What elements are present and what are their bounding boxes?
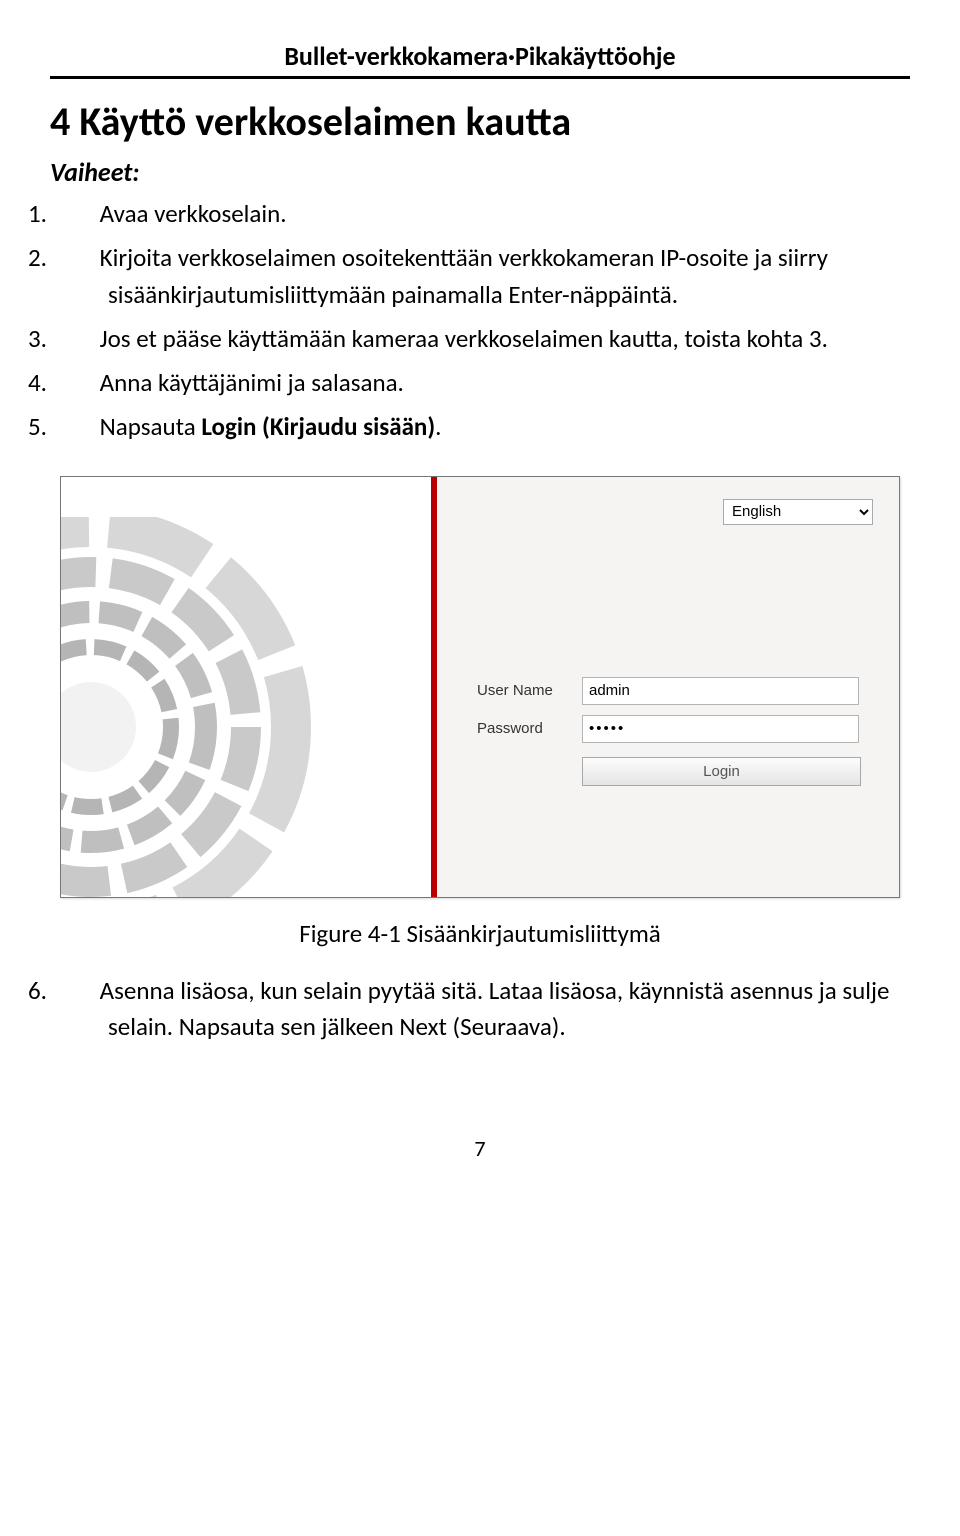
password-row: Password: [477, 715, 859, 743]
step-number: 5.: [68, 409, 94, 445]
step-text: Kirjoita verkkoselaimen osoitekenttään v…: [100, 242, 828, 309]
login-button-wrap: Login: [582, 757, 859, 786]
login-screenshot: English User Name Password Login: [60, 476, 900, 898]
password-input[interactable]: [582, 715, 859, 743]
steps-label: Vaiheet:: [50, 156, 910, 188]
step-number: 2.: [68, 240, 94, 276]
page-number: 7: [50, 1135, 910, 1162]
language-select-wrap: English: [723, 499, 873, 525]
step-text: Jos et pääse käyttämään kameraa verkkose…: [100, 323, 828, 354]
section-title: 4 Käyttö verkkoselaimen kautta: [50, 97, 910, 146]
step-number: 6.: [68, 973, 94, 1009]
login-button[interactable]: Login: [582, 757, 861, 786]
step-text-prefix: Napsauta: [100, 411, 202, 442]
step-text: Asenna lisäosa, kun selain pyytää sitä. …: [100, 975, 890, 1042]
step-list: 1. Avaa verkkoselain. 2. Kirjoita verkko…: [50, 196, 910, 446]
login-left-panel: [61, 477, 431, 897]
username-row: User Name: [477, 677, 859, 705]
username-label: User Name: [477, 682, 582, 699]
step-text-suffix: .: [435, 411, 441, 442]
password-label: Password: [477, 720, 582, 737]
step-text: Avaa verkkoselain.: [100, 198, 287, 229]
step-4: 4. Anna käyttäjänimi ja salasana.: [50, 365, 910, 401]
login-form-panel: English User Name Password Login: [437, 477, 899, 897]
step-5: 5. Napsauta Login (Kirjaudu sisään).: [50, 409, 910, 445]
step-text-bold: Login (Kirjaudu sisään): [201, 411, 435, 442]
figure-caption: Figure 4-1 Sisäänkirjautumisliittymä: [50, 918, 910, 949]
step-1: 1. Avaa verkkoselain.: [50, 196, 910, 232]
username-input[interactable]: [582, 677, 859, 705]
doc-header: Bullet-verkkokamera·Pikakäyttöohje: [50, 40, 910, 72]
step-number: 4.: [68, 365, 94, 401]
arc-graphic: [61, 517, 431, 897]
step-list-cont: 6. Asenna lisäosa, kun selain pyytää sit…: [50, 973, 910, 1046]
step-text: Anna käyttäjänimi ja salasana.: [100, 367, 404, 398]
login-form: User Name Password Login: [477, 677, 859, 786]
step-3: 3. Jos et pääse käyttämään kameraa verkk…: [50, 321, 910, 357]
step-2: 2. Kirjoita verkkoselaimen osoitekenttää…: [50, 240, 910, 313]
step-number: 1.: [68, 196, 94, 232]
language-select[interactable]: English: [723, 499, 873, 525]
step-6: 6. Asenna lisäosa, kun selain pyytää sit…: [50, 973, 910, 1046]
header-rule: [50, 76, 910, 79]
step-number: 3.: [68, 321, 94, 357]
